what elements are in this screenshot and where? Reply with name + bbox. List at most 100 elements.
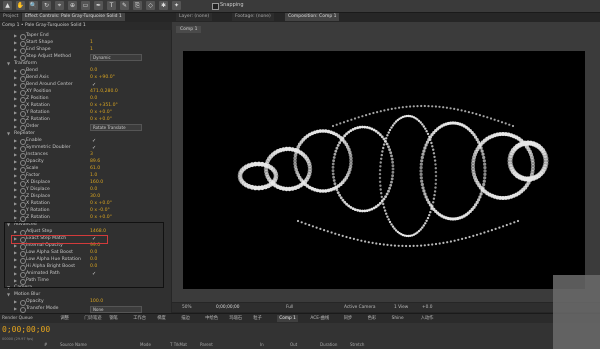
timeline-column-header[interactable]: Stretch <box>350 342 364 347</box>
expand-triangle-icon[interactable]: ▶ <box>14 95 17 102</box>
expand-triangle-icon[interactable]: ▶ <box>14 298 17 305</box>
effect-value[interactable]: 1 <box>90 46 93 53</box>
effect-value[interactable]: 160.0 <box>90 179 103 186</box>
effect-row[interactable]: ▶ XY Position 471.0,280.0 <box>0 88 171 96</box>
effect-row[interactable]: ▼ Motion Blur <box>0 291 171 298</box>
effect-value[interactable]: 3 <box>90 151 93 158</box>
expand-triangle-icon[interactable]: ▶ <box>14 151 17 158</box>
tab-effect-controls[interactable]: Effect Controls: Pale Gray-Turquoise Sol… <box>22 13 125 21</box>
effect-row[interactable]: ▶ Y Displace 0.0 <box>0 186 171 194</box>
tab-footage[interactable]: Footage: (none) <box>232 13 274 21</box>
expand-triangle-icon[interactable]: ▶ <box>14 165 17 172</box>
bottom-tab[interactable]: 钢笔 <box>109 315 118 322</box>
effect-value[interactable]: 100.0 <box>90 298 103 305</box>
effect-row[interactable]: ▶ X Displace 160.0 <box>0 179 171 187</box>
effect-value[interactable]: 0 x +0.0° <box>90 200 112 207</box>
rotate-tool-icon[interactable]: ↻ <box>42 1 51 10</box>
timeline-column-header[interactable]: Duration <box>320 342 337 347</box>
effect-value[interactable]: 61.0 <box>90 165 100 172</box>
viewer-timecode[interactable]: 0;00;00;00 <box>216 304 239 311</box>
expand-triangle-icon[interactable]: ▶ <box>14 193 17 200</box>
bottom-tab[interactable]: 同步 <box>344 315 353 322</box>
bottom-tab[interactable]: Render Queue <box>2 315 33 322</box>
effect-value[interactable]: 0 x +0.0° <box>90 116 112 123</box>
effect-row[interactable]: ▶ Opacity 100.0 <box>0 298 171 306</box>
timeline-timecode[interactable]: 0;00;00;00 <box>2 325 50 334</box>
expand-triangle-icon[interactable]: ▶ <box>14 53 17 60</box>
bottom-tab[interactable]: 描边 <box>181 315 190 322</box>
effect-row[interactable]: ▶ Y Rotation 0 x -0.0° <box>0 207 171 215</box>
expand-triangle-icon[interactable]: ▶ <box>14 158 17 165</box>
expand-triangle-icon[interactable]: ▶ <box>14 39 17 46</box>
effect-value[interactable]: 0 x -0.0° <box>90 207 110 214</box>
bottom-tab[interactable]: 入动作 <box>421 315 434 322</box>
resolution-dropdown[interactable]: Full <box>286 304 293 311</box>
expand-triangle-icon[interactable]: ▶ <box>14 123 17 130</box>
effect-value[interactable]: 1 <box>90 39 93 46</box>
effect-row[interactable]: ▶ Z Rotation 0 x +0.0° <box>0 214 171 222</box>
expand-triangle-icon[interactable]: ▶ <box>14 67 17 74</box>
effect-row[interactable]: ▶ End Shape 1 <box>0 46 171 54</box>
expand-triangle-icon[interactable]: ▶ <box>14 109 17 116</box>
effect-row[interactable]: ▶ Y Rotation 0 x +0.0° <box>0 109 171 117</box>
effect-value[interactable]: 0 x +351.0° <box>90 102 118 109</box>
timeline-column-header[interactable]: In <box>260 342 264 347</box>
expand-triangle-icon[interactable]: ▼ <box>7 130 10 137</box>
effect-row[interactable]: ▶ Z Displace 30.0 <box>0 193 171 201</box>
expand-triangle-icon[interactable]: ▶ <box>14 32 17 39</box>
effect-value[interactable]: 471.0,280.0 <box>90 88 118 95</box>
expand-triangle-icon[interactable]: ▶ <box>14 74 17 81</box>
expand-triangle-icon[interactable]: ▶ <box>14 186 17 193</box>
expand-triangle-icon[interactable]: ▼ <box>7 60 10 67</box>
pan-behind-icon[interactable]: ⊕ <box>68 1 77 10</box>
effect-row[interactable]: ▼ Transform <box>0 60 171 67</box>
timeline-column-header[interactable]: Parent <box>200 342 213 347</box>
effect-row[interactable]: ▶ X Rotation 0 x +351.0° <box>0 102 171 110</box>
expand-triangle-icon[interactable]: ▶ <box>14 81 17 88</box>
effect-row[interactable]: ▶ Z Rotation 0 x +0.0° <box>0 116 171 124</box>
bottom-tab[interactable]: 梯度 <box>157 315 166 322</box>
effect-row[interactable]: ▶ Bend Around Center ✓ <box>0 81 171 89</box>
bottom-tab[interactable]: 粒子 <box>253 315 262 322</box>
exposure-value[interactable]: +0.0 <box>422 304 432 311</box>
effect-value[interactable]: 1.0 <box>90 172 97 179</box>
shape-tool-icon[interactable]: ▭ <box>81 1 90 10</box>
effect-row[interactable]: ▶ Instances 3 <box>0 151 171 159</box>
effect-row[interactable]: ▶ X Rotation 0 x +0.0° <box>0 200 171 208</box>
tab-project[interactable]: Project <box>0 13 22 21</box>
select-tool-icon[interactable]: ▲ <box>3 1 12 10</box>
expand-triangle-icon[interactable]: ▶ <box>14 88 17 95</box>
effect-row[interactable]: ▶ Transfer Mode None <box>0 305 171 313</box>
effect-value[interactable]: 89.6 <box>90 158 100 165</box>
camera-dropdown[interactable]: Active Camera <box>344 304 376 311</box>
effect-value[interactable]: 0.0 <box>90 186 97 193</box>
pen-tool-icon[interactable]: ✒ <box>94 1 103 10</box>
effect-row[interactable]: ▶ Factor 1.0 <box>0 172 171 180</box>
effect-value[interactable]: 0.0 <box>90 67 97 74</box>
effect-row[interactable]: ▶ Start Shape 1 <box>0 39 171 47</box>
expand-triangle-icon[interactable]: ▶ <box>14 305 17 312</box>
expand-triangle-icon[interactable]: ▶ <box>14 46 17 53</box>
timeline-column-header[interactable]: Mode <box>140 342 151 347</box>
brush-tool-icon[interactable]: ✎ <box>120 1 129 10</box>
effect-row[interactable]: ▶ Enable ✓ <box>0 137 171 145</box>
effect-value[interactable]: 0.0 <box>90 95 97 102</box>
expand-triangle-icon[interactable]: ▶ <box>14 172 17 179</box>
effect-value[interactable]: 0 x +0.0° <box>90 214 112 221</box>
bottom-tab[interactable]: 工作台 <box>133 315 146 322</box>
effect-row[interactable]: ▶ Bend Axis 0 x +90.0° <box>0 74 171 82</box>
expand-triangle-icon[interactable]: ▶ <box>14 200 17 207</box>
clone-stamp-icon[interactable]: ⎘ <box>133 1 142 10</box>
expand-triangle-icon[interactable]: ▶ <box>14 214 17 221</box>
zoom-tool-icon[interactable]: 🔍 <box>29 1 38 10</box>
text-tool-icon[interactable]: T <box>107 1 116 10</box>
bottom-tab[interactable]: 调整 <box>60 315 69 322</box>
expand-triangle-icon[interactable]: ▼ <box>7 291 10 298</box>
effect-row[interactable]: ▶ Order Rotate Translate <box>0 123 171 131</box>
expand-triangle-icon[interactable]: ▶ <box>14 179 17 186</box>
expand-triangle-icon[interactable]: ▶ <box>14 144 17 151</box>
bottom-tab[interactable]: Comp 1 <box>277 315 298 322</box>
effect-value[interactable]: 0 x +0.0° <box>90 109 112 116</box>
effect-row[interactable]: ▶ Step Adjust Method Dynamic <box>0 53 171 61</box>
effect-row[interactable]: ▶ Scale 61.0 <box>0 165 171 173</box>
